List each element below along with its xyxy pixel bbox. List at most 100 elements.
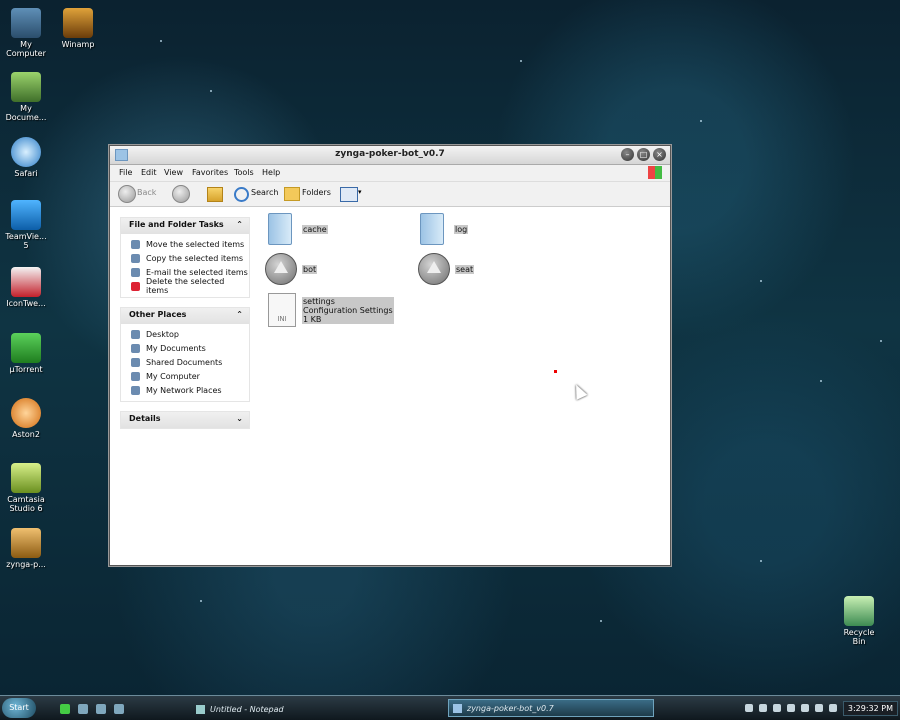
place-shared-documents[interactable]: Shared Documents xyxy=(121,355,249,369)
utorrent-icon xyxy=(11,333,41,363)
tray-icon[interactable] xyxy=(814,704,823,712)
task-notepad[interactable]: Untitled - Notepad xyxy=(192,701,426,717)
panel-header[interactable]: File and Folder Tasks ⌃ xyxy=(121,218,249,234)
window-body: File and Folder Tasks ⌃ Move the selecte… xyxy=(110,207,670,565)
desktop-icon-aston2[interactable]: Aston2 xyxy=(1,398,51,439)
file-name: settings xyxy=(303,296,335,306)
desktop-icon-recycle-bin[interactable]: Recycle Bin xyxy=(834,596,884,646)
folders-button-label[interactable]: Folders xyxy=(302,188,331,197)
winamp-icon xyxy=(63,8,93,38)
panel-header[interactable]: Details ⌄ xyxy=(121,412,249,428)
quicklaunch-safari-icon[interactable] xyxy=(78,704,88,714)
close-button[interactable]: × xyxy=(653,148,666,161)
collapse-icon[interactable]: ⌃ xyxy=(236,310,243,319)
place-my-documents[interactable]: My Documents xyxy=(121,341,249,355)
quicklaunch-ie-icon[interactable] xyxy=(96,704,106,714)
place-label: Desktop xyxy=(146,329,179,339)
task-explorer[interactable]: zynga-poker-bot_v0.7 xyxy=(448,699,654,717)
desktop-icon-teamviewer[interactable]: TeamVie... 5 xyxy=(1,200,51,250)
place-label: Shared Documents xyxy=(146,357,223,367)
desktop-icon-label: My Computer xyxy=(6,40,46,58)
desktop-icon-winamp[interactable]: Winamp xyxy=(53,8,103,49)
tray-icon[interactable] xyxy=(744,704,753,712)
up-folder-icon[interactable] xyxy=(207,187,223,202)
desktop-icon-zynga-folder[interactable]: zynga-p... xyxy=(1,528,51,569)
place-my-network-places[interactable]: My Network Places xyxy=(121,383,249,397)
quicklaunch-utorrent-icon[interactable] xyxy=(60,704,70,714)
expand-icon[interactable]: ⌄ xyxy=(236,414,243,423)
quicklaunch-app-icon[interactable] xyxy=(114,704,124,714)
windows-logo-icon xyxy=(648,166,662,179)
copy-icon xyxy=(131,253,140,263)
collapse-icon[interactable]: ⌃ xyxy=(236,220,243,229)
desktop-icon-label: Safari xyxy=(14,169,38,178)
desktop-icon-camtasia[interactable]: Camtasia Studio 6 xyxy=(1,463,51,513)
place-label: My Documents xyxy=(146,343,206,353)
file-item-settings[interactable]: INI settings Configuration Settings 1 KB xyxy=(268,293,394,327)
start-button[interactable]: Start xyxy=(2,698,36,718)
desktop-icon-label: TeamVie... 5 xyxy=(5,232,47,250)
panel-header[interactable]: Other Places ⌃ xyxy=(121,308,249,324)
tray-icon[interactable] xyxy=(772,704,781,712)
tray-icon[interactable] xyxy=(800,704,809,712)
menu-tools[interactable]: Tools xyxy=(234,168,254,177)
minimize-button[interactable]: – xyxy=(621,148,634,161)
ini-file-icon: INI xyxy=(268,293,296,327)
place-my-computer[interactable]: My Computer xyxy=(121,369,249,383)
documents-icon xyxy=(131,343,140,353)
file-item-cache[interactable]: cache xyxy=(268,213,328,245)
mouse-cursor-icon xyxy=(570,382,588,400)
task-label: Delete the selected items xyxy=(146,277,225,295)
desktop-icon-safari[interactable]: Safari xyxy=(1,137,51,178)
desktop-icon xyxy=(131,329,140,339)
network-icon xyxy=(131,385,140,395)
tray-icon[interactable] xyxy=(828,704,837,712)
desktop-icon-label: My Docume... xyxy=(5,104,47,122)
camtasia-icon xyxy=(11,463,41,493)
documents-icon xyxy=(11,72,41,102)
tray-icon[interactable] xyxy=(786,704,795,712)
window-titlebar[interactable]: zynga-poker-bot_v0.7 – □ × xyxy=(110,146,670,165)
back-button-label[interactable]: Back xyxy=(137,188,156,197)
delete-icon xyxy=(131,281,140,291)
menu-favorites[interactable]: Favorites xyxy=(192,168,228,177)
search-icon[interactable] xyxy=(234,187,249,202)
task-copy[interactable]: Copy the selected items xyxy=(121,251,249,265)
task-delete[interactable]: Delete the selected items xyxy=(121,277,249,295)
email-icon xyxy=(131,267,140,277)
tray-icon[interactable] xyxy=(758,704,767,712)
folder-icon xyxy=(420,213,444,245)
menu-file[interactable]: File xyxy=(119,168,132,177)
clock[interactable]: 3:29:32 PM xyxy=(842,700,898,716)
views-icon[interactable] xyxy=(340,187,358,202)
place-desktop[interactable]: Desktop xyxy=(121,327,249,341)
place-label: My Network Places xyxy=(146,385,222,395)
file-name: log xyxy=(454,224,469,234)
desktop-icon-my-documents[interactable]: My Docume... xyxy=(1,72,51,122)
desktop-icon-icontweaker[interactable]: IconTwe... xyxy=(1,267,51,308)
maximize-button[interactable]: □ xyxy=(637,148,650,161)
file-item-seat[interactable]: seat xyxy=(418,253,475,285)
icontweaker-icon xyxy=(11,267,41,297)
desktop-icon-my-computer[interactable]: My Computer xyxy=(1,8,51,58)
menu-view[interactable]: View xyxy=(164,168,183,177)
menu-help[interactable]: Help xyxy=(262,168,280,177)
task-move[interactable]: Move the selected items xyxy=(121,237,249,251)
file-item-log[interactable]: log xyxy=(420,213,469,245)
task-label: E-mail the selected items xyxy=(146,267,248,277)
folder-icon xyxy=(453,703,462,713)
panel-title: Other Places xyxy=(129,310,187,319)
folders-icon[interactable] xyxy=(284,187,300,201)
search-button-label[interactable]: Search xyxy=(251,188,278,197)
desktop-icon-utorrent[interactable]: µTorrent xyxy=(1,333,51,374)
views-dropdown-icon[interactable]: ▾ xyxy=(358,188,362,196)
menu-edit[interactable]: Edit xyxy=(141,168,157,177)
file-name: bot xyxy=(302,264,318,274)
forward-arrow-icon[interactable] xyxy=(172,185,190,203)
desktop-icon-label: Aston2 xyxy=(12,430,40,439)
computer-icon xyxy=(11,8,41,38)
file-item-bot[interactable]: bot xyxy=(265,253,318,285)
file-folder-tasks-panel: File and Folder Tasks ⌃ Move the selecte… xyxy=(120,217,250,298)
safari-icon xyxy=(11,137,41,167)
back-arrow-icon[interactable] xyxy=(118,185,136,203)
